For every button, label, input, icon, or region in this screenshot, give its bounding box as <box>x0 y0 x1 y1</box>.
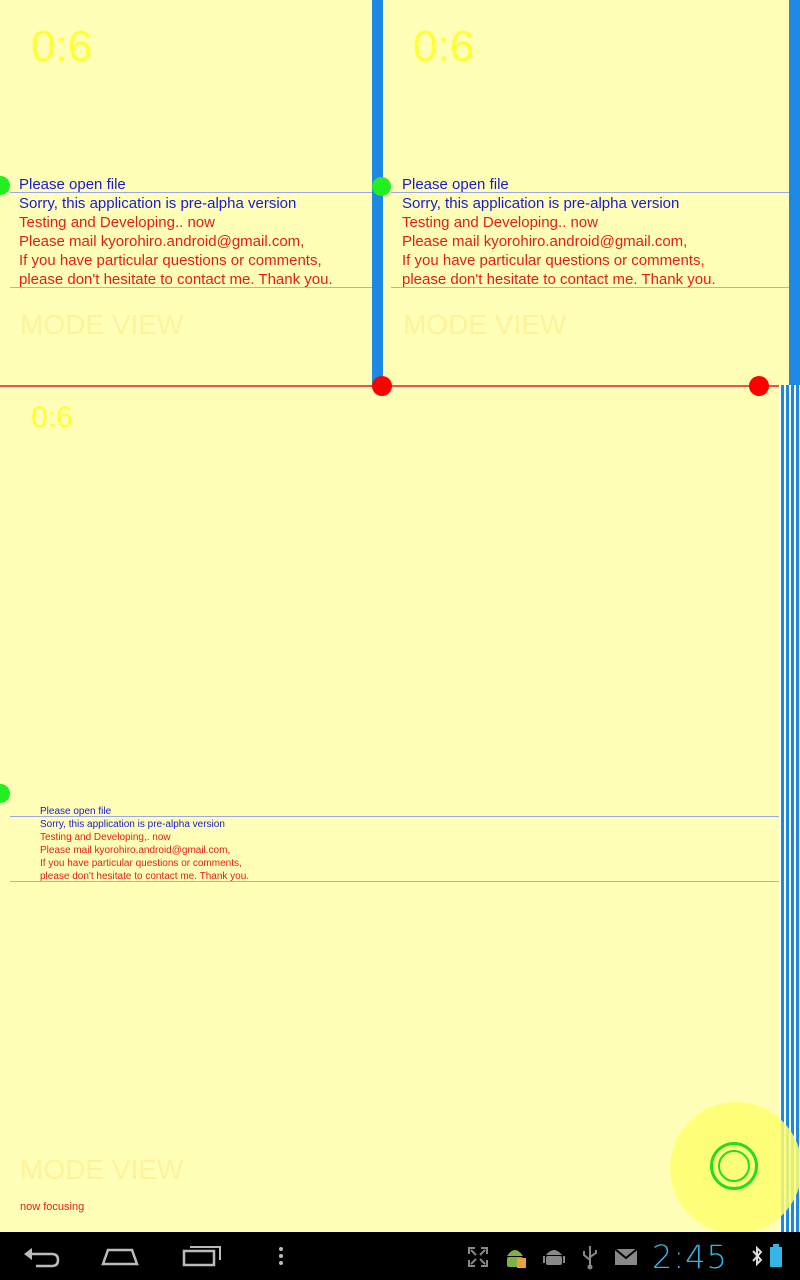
questions-text: If you have particular questions or comm… <box>40 858 242 869</box>
focus-status-text: now focusing <box>20 1201 85 1213</box>
prealpha-text: Sorry, this application is pre-alpha ver… <box>402 195 680 212</box>
scrollbar-track[interactable] <box>779 385 800 1232</box>
android-icon <box>543 1250 565 1265</box>
contact-text: please don't hesitate to contact me. Tha… <box>40 871 250 882</box>
mail-text: Please mail kyorohiro.android@gmail.com, <box>40 845 231 856</box>
home-icon[interactable] <box>100 1244 140 1268</box>
split-handle-right[interactable] <box>749 376 769 396</box>
mode-view-label: MODE VIEW <box>20 1154 184 1185</box>
recent-apps-icon[interactable] <box>182 1242 222 1268</box>
testing-text: Testing and Developing.. now <box>402 214 598 231</box>
open-file-text: Please open file <box>402 176 509 193</box>
mode-view-label: MODE VIEW <box>20 309 184 340</box>
clock-text: 2:45 <box>652 1238 728 1276</box>
bluetooth-icon <box>752 1245 763 1267</box>
focus-button[interactable] <box>710 1142 758 1190</box>
pane-counter: 0:6 <box>31 22 93 71</box>
gmail-icon <box>614 1248 638 1265</box>
open-file-text: Please open file <box>40 806 112 817</box>
usb-icon <box>583 1246 597 1270</box>
contact-text: please don't hesitate to contact me. Tha… <box>402 271 716 288</box>
questions-text: If you have particular questions or comm… <box>19 252 322 269</box>
mode-view-label: MODE VIEW <box>403 309 567 340</box>
right-edge-divider[interactable] <box>789 0 800 385</box>
mail-text: Please mail kyorohiro.android@gmail.com, <box>402 233 688 250</box>
prealpha-text: Sorry, this application is pre-alpha ver… <box>40 819 225 830</box>
pane-counter: 0:6 <box>413 22 475 71</box>
pane-message: Please open file Sorry, this application… <box>40 805 249 883</box>
android-debug-icon <box>507 1250 526 1268</box>
menu-icon[interactable] <box>277 1246 285 1266</box>
open-file-text: Please open file <box>19 176 126 193</box>
battery-icon <box>770 1244 782 1267</box>
fullscreen-icon <box>468 1247 488 1267</box>
pane-message: Please open file Sorry, this application… <box>19 175 333 289</box>
pane-top-right[interactable]: 0:6 Please open file Sorry, this applica… <box>383 0 789 385</box>
pane-message: Please open file Sorry, this application… <box>402 175 716 289</box>
system-navigation-bar: 2:45 <box>0 1232 800 1280</box>
mail-text: Please mail kyorohiro.android@gmail.com, <box>19 233 305 250</box>
split-handle-center[interactable] <box>372 376 392 396</box>
contact-text: please don't hesitate to contact me. Tha… <box>19 271 333 288</box>
pane-bottom[interactable]: 0:6 Please open file Sorry, this applica… <box>0 387 779 1232</box>
focus-button-inner-ring <box>718 1150 750 1182</box>
pane-top-left[interactable]: 0:6 Please open file Sorry, this applica… <box>0 0 372 385</box>
testing-text: Testing and Developing.. now <box>19 214 215 231</box>
questions-text: If you have particular questions or comm… <box>402 252 705 269</box>
testing-text: Testing and Developing,. now <box>40 832 171 843</box>
pane-handle-middle[interactable] <box>372 177 391 196</box>
pane-counter: 0:6 <box>31 401 73 434</box>
back-icon[interactable] <box>22 1244 60 1268</box>
prealpha-text: Sorry, this application is pre-alpha ver… <box>19 195 297 212</box>
